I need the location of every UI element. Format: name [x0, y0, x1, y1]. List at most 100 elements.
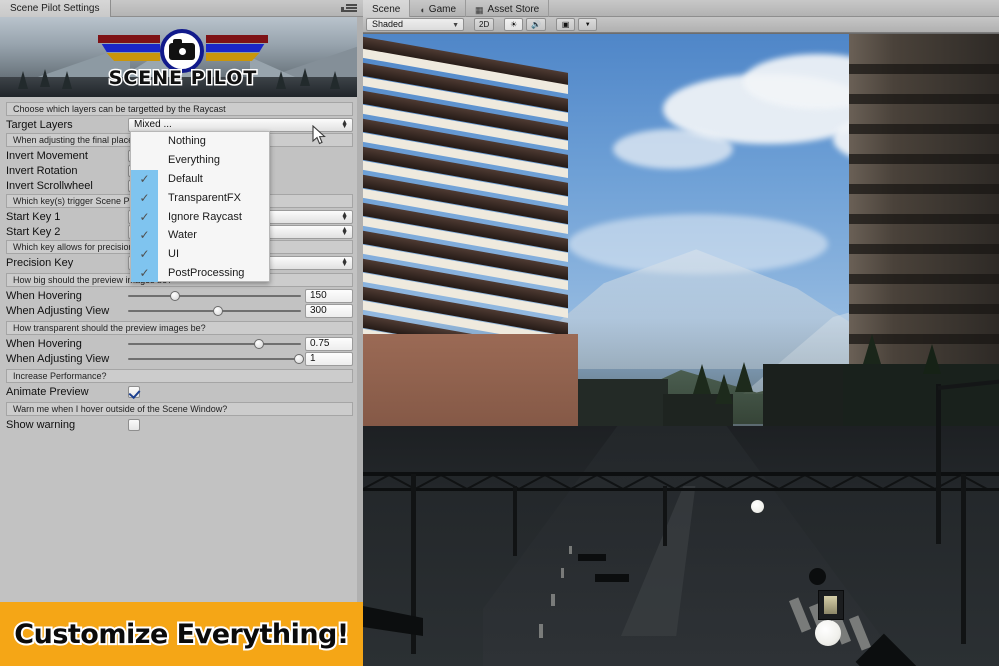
sun-icon: ☀ [510, 20, 518, 29]
tab-scene[interactable]: Scene [363, 0, 411, 17]
tab-asset-store[interactable]: ▦ Asset Store [466, 0, 550, 17]
dropdown-item-label: Everything [168, 154, 220, 167]
size-hovering-value[interactable]: 150 [305, 288, 353, 303]
slider-knob[interactable] [212, 305, 223, 316]
scene-viewport[interactable] [363, 34, 999, 666]
alpha-hovering-label: When Hovering [6, 337, 82, 350]
slider-knob[interactable] [169, 290, 180, 301]
shading-mode-dropdown[interactable]: Shaded ▼ [366, 18, 464, 31]
check-icon: ✓ [131, 169, 158, 189]
size-adjusting-value[interactable]: 300 [305, 303, 353, 318]
help-raycast: Choose which layers can be targetted by … [6, 102, 353, 116]
dropdown-item-water[interactable]: ✓ Water [131, 225, 269, 245]
alpha-adjusting-value[interactable]: 1 [305, 351, 353, 366]
effects-dropdown-button[interactable]: ▼ [578, 18, 598, 31]
image-icon: ▣ [561, 20, 570, 29]
chevron-updown-icon: ▲ ▼ [341, 256, 348, 268]
row-size-hovering: When Hovering 150 [6, 288, 353, 303]
slider-knob[interactable] [294, 353, 305, 364]
two-d-toggle-button[interactable]: 2D [474, 18, 495, 31]
dropdown-item-transparentfx[interactable]: ✓ TransparentFX [131, 188, 269, 208]
signal-light-dark [809, 568, 826, 585]
dropdown-item-default[interactable]: ✓ Default [131, 169, 269, 189]
alpha-adjusting-slider[interactable] [128, 352, 305, 366]
show-warning-checkbox[interactable] [128, 418, 140, 431]
dropdown-item-label: TransparentFX [168, 191, 241, 204]
invert-rotation-label: Invert Rotation [6, 164, 78, 177]
row-size-adjusting: When Adjusting View 300 [6, 303, 353, 318]
slider-track [128, 357, 301, 360]
check-icon: ✓ [131, 244, 158, 264]
start-key-2-label: Start Key 2 [6, 225, 61, 238]
logo-wing-right [206, 35, 268, 65]
help-preview-alpha: How transparent should the preview image… [6, 321, 353, 335]
speaker-icon: 🔊 [531, 20, 542, 29]
dropdown-item-nothing[interactable]: Nothing [131, 132, 269, 151]
check-icon: ✓ [131, 263, 158, 283]
alpha-hovering-value[interactable]: 0.75 [305, 336, 353, 351]
street-lamp-pole [936, 384, 941, 544]
target-layers-value: Mixed ... [134, 118, 172, 130]
animate-preview-label: Animate Preview [6, 385, 89, 398]
customize-everything-text: Customize Everything! [12, 617, 351, 652]
chevron-down-icon: ▼ [452, 22, 459, 29]
chevron-down-icon: ▼ [584, 21, 591, 28]
show-warning-label: Show warning [6, 418, 76, 431]
hamburger-menu-icon[interactable] [341, 4, 357, 13]
check-icon: ✓ [131, 188, 158, 208]
window-tabbar: Scene Pilot Settings [0, 0, 363, 17]
check-icon: ✓ [131, 225, 158, 245]
tab-label: Scene Pilot Settings [10, 3, 100, 14]
row-show-warning: Show warning [6, 417, 353, 432]
target-layers-label: Target Layers [6, 118, 73, 131]
row-alpha-adjusting: When Adjusting View 1 [6, 351, 353, 366]
shading-mode-value: Shaded [372, 19, 404, 29]
slider-track [128, 294, 301, 297]
invert-scrollwheel-label: Invert Scrollwheel [6, 179, 93, 192]
size-hovering-slider[interactable] [128, 289, 301, 303]
size-hovering-label: When Hovering [6, 289, 82, 302]
dropdown-item-postprocessing[interactable]: ✓ PostProcessing [131, 263, 269, 283]
audio-toggle-button[interactable]: 🔊 [526, 18, 547, 31]
check-icon: ✓ [131, 207, 158, 226]
dropdown-item-ui[interactable]: ✓ UI [131, 244, 269, 264]
scene-pilot-logo: SCENE PILOT [98, 27, 268, 91]
alpha-hovering-slider[interactable] [128, 337, 301, 351]
row-alpha-hovering: When Hovering 0.75 [6, 336, 353, 351]
animate-preview-checkbox[interactable] [128, 385, 140, 398]
store-icon: ▦ [475, 4, 484, 15]
tab-scene-pilot-settings[interactable]: Scene Pilot Settings [0, 0, 111, 17]
scene-view-toolbar: Shaded ▼ 2D ☀ 🔊 ▣ ▼ [363, 17, 999, 33]
scene-pilot-settings-window: Scene Pilot Settings SCENE PILOT Choose … [0, 0, 363, 666]
precision-key-label: Precision Key [6, 256, 74, 269]
scene-view-tabbar: Scene ◖ Game ▦ Asset Store [363, 0, 999, 17]
street [363, 426, 999, 666]
logo-wing-left [98, 35, 160, 65]
signal-light-lower [815, 620, 841, 646]
dropdown-item-label: Nothing [168, 135, 206, 148]
logo-text: SCENE PILOT [107, 66, 258, 91]
alpha-adjusting-label: When Adjusting View [6, 352, 110, 365]
size-adjusting-slider[interactable] [128, 304, 301, 318]
chevron-updown-icon: ▲ ▼ [341, 118, 348, 130]
dropdown-item-label: Water [168, 229, 197, 242]
dropdown-item-everything[interactable]: Everything [131, 151, 269, 170]
tab-game[interactable]: ◖ Game [410, 0, 467, 17]
lighting-toggle-button[interactable]: ☀ [504, 18, 524, 31]
dropdown-item-ignore-raycast[interactable]: ✓ Ignore Raycast [131, 207, 269, 226]
row-target-layers: Target Layers Mixed ... ▲ ▼ [6, 117, 353, 132]
start-key-1-label: Start Key 1 [6, 210, 61, 223]
chevron-updown-icon: ▲ ▼ [341, 210, 348, 222]
tab-scene-label: Scene [372, 3, 401, 15]
slider-track [128, 342, 301, 345]
target-layers-dropdown-menu[interactable]: Nothing Everything ✓ Default ✓ Transpare… [130, 131, 270, 283]
chevron-updown-icon: ▲ ▼ [341, 225, 348, 237]
dropdown-item-label: Ignore Raycast [168, 210, 242, 223]
scene-view-window: Scene ◖ Game ▦ Asset Store Shaded ▼ 2D ☀ [363, 0, 999, 666]
dropdown-item-label: PostProcessing [168, 266, 245, 279]
scene-pilot-banner: SCENE PILOT [0, 17, 363, 97]
size-adjusting-label: When Adjusting View [6, 304, 110, 317]
slider-knob[interactable] [254, 338, 265, 349]
dropdown-item-label: Default [168, 172, 203, 185]
effects-toggle-button[interactable]: ▣ [556, 18, 576, 31]
